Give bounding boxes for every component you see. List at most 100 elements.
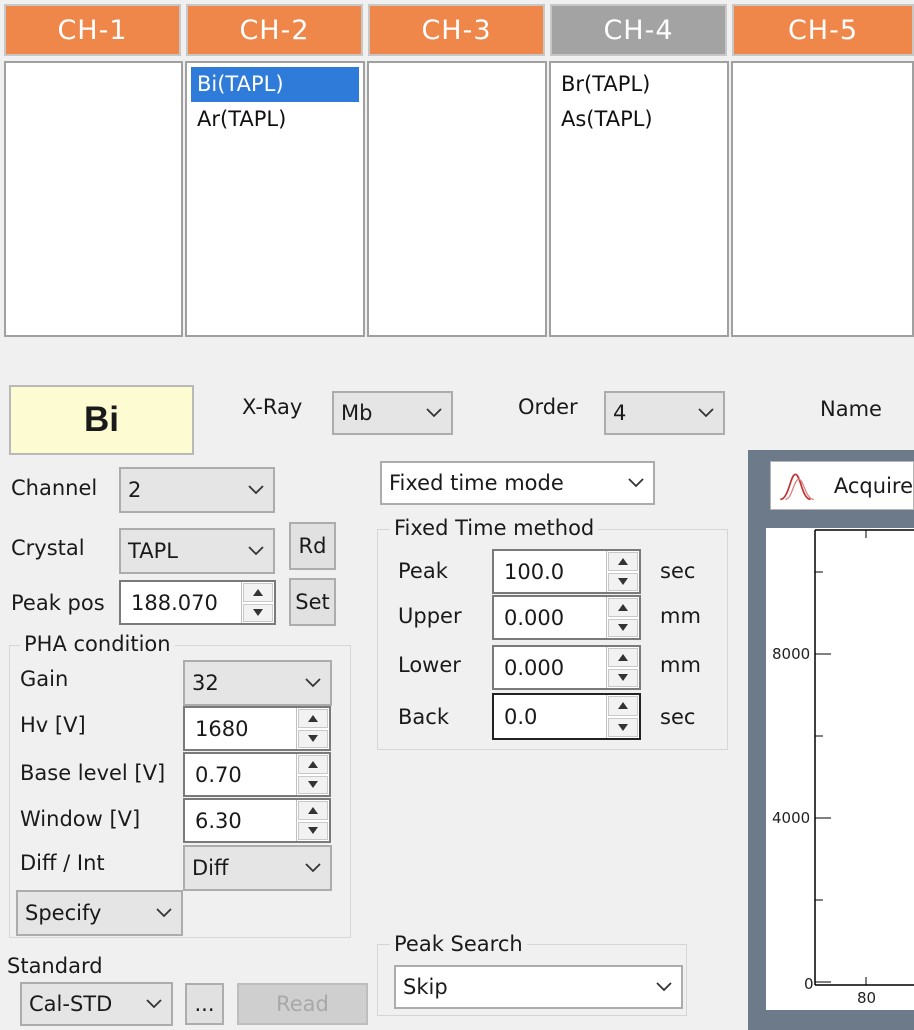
fixed-back-stepper[interactable]: 0.0: [492, 693, 641, 740]
measurement-mode-value: Fixed time mode: [389, 471, 564, 495]
standard-select[interactable]: Cal-STD: [20, 982, 173, 1026]
hv-stepper[interactable]: 1680: [183, 706, 331, 751]
fixed-upper-value: 0.000: [504, 605, 565, 630]
channel-list-5[interactable]: [731, 61, 914, 337]
arrow-up-icon: [253, 588, 263, 596]
fixed-peak-value: 100.0: [504, 559, 565, 584]
xray-select[interactable]: Mb: [332, 391, 453, 435]
fixed-lower-label: Lower: [398, 653, 461, 677]
specify-value: Specify: [25, 901, 102, 925]
fixed-lower-stepper[interactable]: 0.000: [492, 645, 641, 690]
tab-ch-3[interactable]: CH-3: [368, 4, 545, 56]
order-value: 4: [613, 401, 627, 425]
fixed-peak-unit: sec: [660, 559, 696, 583]
decrement-button[interactable]: [608, 668, 638, 687]
acquire-label: Acquire: [833, 473, 913, 498]
increment-button[interactable]: [608, 552, 638, 571]
fixed-peak-stepper[interactable]: 100.0: [492, 549, 641, 594]
list-item[interactable]: Ar(TAPL): [191, 102, 359, 137]
chevron-down-icon: [248, 546, 264, 556]
hv-value: 1680: [195, 716, 249, 741]
fixed-back-unit: sec: [660, 705, 696, 729]
window-value: 6.30: [195, 808, 242, 833]
decrement-button[interactable]: [243, 603, 273, 622]
arrow-down-icon: [618, 624, 628, 632]
chevron-down-icon: [628, 478, 644, 488]
read-button[interactable]: Read: [237, 983, 368, 1025]
measurement-mode-select[interactable]: Fixed time mode: [380, 461, 655, 505]
fixed-upper-stepper[interactable]: 0.000: [492, 595, 641, 640]
decrement-button[interactable]: [608, 618, 638, 637]
peak-pos-value: 188.070: [131, 590, 218, 615]
channel-list-4[interactable]: Br(TAPL) As(TAPL): [549, 61, 729, 337]
window-label: Window [V]: [20, 807, 141, 831]
arrow-up-icon: [308, 714, 318, 722]
increment-button[interactable]: [608, 696, 638, 716]
tab-ch-2[interactable]: CH-2: [186, 4, 363, 56]
list-item[interactable]: Bi(TAPL): [191, 67, 359, 102]
fixed-lower-value: 0.000: [504, 655, 565, 680]
channel-list-1[interactable]: [4, 61, 183, 337]
arrow-up-icon: [618, 653, 628, 661]
crystal-select[interactable]: TAPL: [119, 528, 275, 574]
name-label: Name: [820, 397, 882, 421]
channel-select[interactable]: 2: [119, 467, 275, 513]
standard-label: Standard: [7, 954, 103, 978]
channel-list-3[interactable]: [367, 61, 547, 337]
peak-profile-icon: [780, 472, 815, 500]
channel-label: Channel: [11, 476, 98, 500]
tab-ch-4[interactable]: CH-4: [550, 4, 727, 56]
tab-ch-1[interactable]: CH-1: [4, 4, 181, 56]
peak-pos-stepper[interactable]: 188.070: [119, 580, 276, 625]
xray-value: Mb: [341, 401, 373, 425]
order-label: Order: [518, 395, 578, 419]
tab-ch-5[interactable]: CH-5: [732, 4, 914, 56]
arrow-up-icon: [618, 557, 628, 565]
arrow-down-icon: [618, 674, 628, 682]
peak-pos-label: Peak pos: [11, 591, 105, 615]
arrow-up-icon: [618, 603, 628, 611]
window-stepper[interactable]: 6.30: [183, 798, 331, 843]
arrow-down-icon: [308, 735, 318, 743]
fixed-back-label: Back: [398, 705, 449, 729]
decrement-button[interactable]: [608, 572, 638, 591]
arrow-down-icon: [618, 723, 628, 731]
order-select[interactable]: 4: [604, 391, 725, 435]
set-button[interactable]: Set: [289, 578, 336, 626]
chevron-down-icon: [156, 908, 172, 918]
profile-plot-area: 8000 4000 0 80: [766, 528, 914, 1010]
increment-button[interactable]: [298, 755, 328, 774]
fixed-back-value: 0.0: [504, 704, 538, 729]
diff-int-select[interactable]: Diff: [183, 845, 332, 891]
decrement-button[interactable]: [298, 821, 328, 840]
list-item[interactable]: Br(TAPL): [555, 67, 723, 102]
y-tick-label: 8000: [772, 645, 811, 663]
channel-list-2[interactable]: Bi(TAPL) Ar(TAPL): [185, 61, 365, 337]
list-item[interactable]: As(TAPL): [555, 102, 723, 137]
fixed-upper-unit: mm: [660, 604, 701, 628]
peak-search-select[interactable]: Skip: [394, 965, 683, 1009]
increment-button[interactable]: [608, 598, 638, 617]
decrement-button[interactable]: [608, 717, 638, 737]
increment-button[interactable]: [298, 709, 328, 728]
fixed-time-method-title: Fixed Time method: [390, 516, 599, 540]
gain-select[interactable]: 32: [183, 660, 332, 706]
element-symbol-display: Bi: [9, 385, 194, 455]
base-level-stepper[interactable]: 0.70: [183, 752, 331, 797]
chevron-down-icon: [305, 863, 321, 873]
acquire-button[interactable]: Acquire: [770, 461, 914, 510]
gain-label: Gain: [20, 667, 69, 691]
peak-search-title: Peak Search: [390, 932, 527, 956]
specify-select[interactable]: Specify: [16, 890, 183, 936]
rd-button[interactable]: Rd: [289, 522, 336, 570]
increment-button[interactable]: [243, 583, 273, 602]
crystal-label: Crystal: [11, 536, 85, 560]
arrow-up-icon: [308, 806, 318, 814]
increment-button[interactable]: [608, 648, 638, 667]
arrow-up-icon: [308, 760, 318, 768]
decrement-button[interactable]: [298, 729, 328, 748]
diff-int-label: Diff / Int: [20, 851, 105, 875]
increment-button[interactable]: [298, 801, 328, 820]
decrement-button[interactable]: [298, 775, 328, 794]
browse-button[interactable]: ...: [185, 983, 224, 1025]
